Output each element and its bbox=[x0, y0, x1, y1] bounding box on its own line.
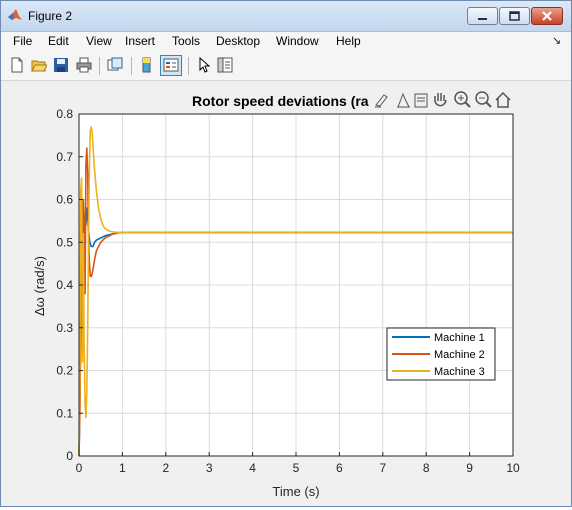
print-icon[interactable] bbox=[76, 57, 92, 73]
title-bar[interactable]: Figure 2 bbox=[1, 1, 571, 32]
y-tick-label: 0.4 bbox=[56, 278, 73, 292]
axes-toolbar bbox=[375, 91, 511, 108]
y-axis-label: Δω (rad/s) bbox=[32, 256, 47, 316]
y-tick-label: 0.5 bbox=[56, 235, 73, 249]
toolbar-separator bbox=[99, 57, 100, 75]
window-title: Figure 2 bbox=[28, 9, 73, 23]
y-tick-label: 0 bbox=[66, 449, 73, 463]
legend-label-machine-1: Machine 1 bbox=[434, 332, 485, 344]
toolbar-separator bbox=[131, 57, 132, 75]
export-icon[interactable] bbox=[414, 93, 428, 108]
close-icon bbox=[542, 11, 552, 21]
menu-insert[interactable]: Insert bbox=[125, 34, 155, 48]
home-icon[interactable] bbox=[495, 91, 511, 108]
link-plot-icon[interactable] bbox=[107, 57, 123, 73]
x-tick-label: 7 bbox=[379, 461, 386, 475]
toolbar-separator bbox=[188, 57, 189, 75]
zoom-in-icon[interactable] bbox=[454, 91, 471, 108]
y-tick-label: 0.1 bbox=[56, 406, 73, 420]
menu-tools[interactable]: Tools bbox=[172, 34, 200, 48]
figure-canvas: 0 1 2 3 4 5 6 7 8 9 10 0 0.1 0.2 0.3 0.4 0.5 0.6 0.7 0.8 Ro… bbox=[2, 81, 570, 505]
y-tick-label: 0.6 bbox=[56, 193, 73, 207]
x-tick-label: 0 bbox=[76, 461, 83, 475]
chart-title: Rotor speed deviations (ra bbox=[192, 93, 369, 109]
menu-bar: File Edit View Insert Tools Desktop Wind… bbox=[1, 32, 571, 52]
close-button[interactable] bbox=[531, 7, 563, 25]
x-tick-label: 2 bbox=[162, 461, 169, 475]
x-axis-label: Time (s) bbox=[272, 484, 319, 499]
dock-arrow-icon[interactable]: ↘ bbox=[552, 34, 561, 47]
y-tick-label: 0.2 bbox=[56, 364, 73, 378]
legend-label-machine-3: Machine 3 bbox=[434, 366, 485, 378]
x-tick-label: 1 bbox=[119, 461, 126, 475]
menu-file[interactable]: File bbox=[13, 34, 32, 48]
line-chart: 0 1 2 3 4 5 6 7 8 9 10 0 0.1 0.2 0.3 0.4 0.5 0.6 0.7 0.8 Ro… bbox=[32, 91, 520, 499]
y-tick-label: 0.7 bbox=[56, 150, 73, 164]
minimize-button[interactable] bbox=[467, 7, 498, 25]
insert-colorbar-icon[interactable] bbox=[139, 57, 155, 73]
menu-window[interactable]: Window bbox=[276, 34, 319, 48]
pointer-icon[interactable] bbox=[196, 57, 212, 73]
pan-icon[interactable] bbox=[434, 93, 447, 107]
maximize-icon bbox=[509, 11, 520, 21]
property-inspector-icon[interactable] bbox=[217, 57, 233, 73]
data-tips-icon[interactable] bbox=[397, 92, 410, 108]
x-tick-label: 10 bbox=[506, 461, 520, 475]
matlab-logo-icon bbox=[8, 9, 22, 20]
x-tick-label: 6 bbox=[336, 461, 343, 475]
legend-label-machine-2: Machine 2 bbox=[434, 349, 485, 361]
menu-view[interactable]: View bbox=[86, 34, 112, 48]
new-figure-icon[interactable] bbox=[9, 57, 25, 73]
y-tick-label: 0.8 bbox=[56, 107, 73, 121]
brush-icon[interactable] bbox=[375, 94, 388, 108]
x-tick-label: 9 bbox=[466, 461, 473, 475]
menu-desktop[interactable]: Desktop bbox=[216, 34, 260, 48]
maximize-button[interactable] bbox=[499, 7, 530, 25]
minimize-icon bbox=[478, 18, 487, 20]
menu-help[interactable]: Help bbox=[336, 34, 361, 48]
x-tick-label: 3 bbox=[206, 461, 213, 475]
legend[interactable]: Machine 1 Machine 2 Machine 3 bbox=[386, 327, 496, 381]
save-icon[interactable] bbox=[53, 57, 69, 73]
x-tick-label: 5 bbox=[293, 461, 300, 475]
figure-window: Figure 2 File Edit View Insert Tools Des… bbox=[0, 0, 572, 507]
y-tick-label: 0.3 bbox=[56, 321, 73, 335]
open-file-icon[interactable] bbox=[31, 57, 47, 73]
x-tick-label: 8 bbox=[423, 461, 430, 475]
x-tick-label: 4 bbox=[249, 461, 256, 475]
insert-legend-icon[interactable] bbox=[163, 57, 179, 73]
zoom-out-icon[interactable] bbox=[475, 91, 492, 108]
figure-toolbar bbox=[1, 52, 571, 81]
menu-edit[interactable]: Edit bbox=[48, 34, 69, 48]
